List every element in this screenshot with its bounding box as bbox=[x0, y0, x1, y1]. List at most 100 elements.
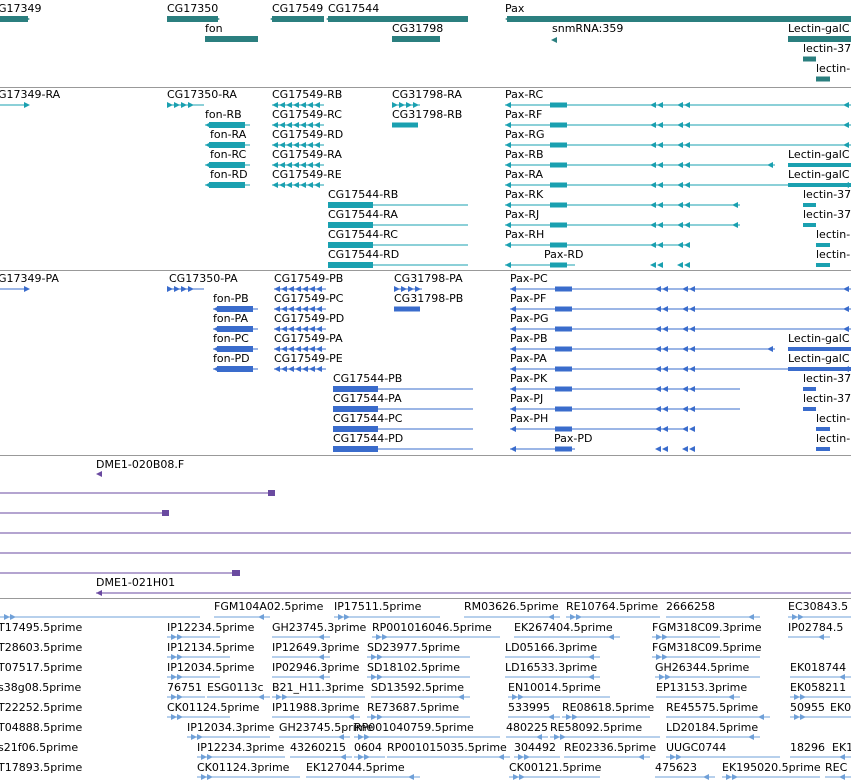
cdna-glyph[interactable] bbox=[268, 490, 275, 496]
strand-arrow[interactable] bbox=[408, 774, 414, 780]
strand-arrow[interactable] bbox=[258, 694, 264, 700]
strand-arrow[interactable] bbox=[839, 754, 845, 760]
strand-arrow[interactable] bbox=[682, 406, 688, 412]
feature-glyph[interactable] bbox=[555, 386, 572, 392]
strand-arrow[interactable] bbox=[281, 366, 287, 372]
feature-glyph[interactable] bbox=[550, 162, 567, 168]
strand-arrow[interactable] bbox=[748, 614, 754, 620]
gene-glyph[interactable] bbox=[205, 36, 258, 42]
feature-glyph[interactable] bbox=[555, 346, 572, 352]
strand-arrow[interactable] bbox=[10, 614, 16, 620]
strand-arrow[interactable] bbox=[800, 714, 806, 720]
strand-arrow[interactable] bbox=[689, 446, 695, 452]
strand-arrow[interactable] bbox=[177, 674, 183, 680]
strand-arrow[interactable] bbox=[566, 714, 572, 720]
feature-glyph[interactable] bbox=[550, 242, 567, 248]
strand-arrow[interactable] bbox=[677, 162, 683, 168]
strand-arrow[interactable] bbox=[677, 142, 683, 148]
feature-glyph[interactable] bbox=[333, 446, 378, 452]
feature-glyph[interactable] bbox=[803, 407, 816, 411]
strand-arrow[interactable] bbox=[689, 406, 695, 412]
strand-arrow[interactable] bbox=[364, 754, 370, 760]
strand-arrow[interactable] bbox=[748, 734, 754, 740]
strand-arrow[interactable] bbox=[684, 242, 690, 248]
strand-arrow[interactable] bbox=[650, 202, 656, 208]
strand-arrow[interactable] bbox=[662, 406, 668, 412]
strand-arrow[interactable] bbox=[358, 754, 364, 760]
strand-arrow[interactable] bbox=[657, 222, 663, 228]
strand-arrow[interactable] bbox=[794, 714, 800, 720]
strand-arrow[interactable] bbox=[767, 162, 773, 168]
strand-arrow[interactable] bbox=[171, 714, 177, 720]
feature-glyph[interactable] bbox=[550, 102, 567, 108]
feature-glyph[interactable] bbox=[555, 286, 572, 292]
strand-arrow[interactable] bbox=[524, 754, 530, 760]
strand-arrow[interactable] bbox=[96, 471, 102, 477]
feature-glyph[interactable] bbox=[803, 387, 816, 391]
strand-arrow[interactable] bbox=[358, 734, 364, 740]
strand-arrow[interactable] bbox=[655, 326, 661, 332]
strand-arrow[interactable] bbox=[576, 614, 582, 620]
strand-arrow[interactable] bbox=[371, 714, 377, 720]
strand-arrow[interactable] bbox=[650, 222, 656, 228]
strand-arrow[interactable] bbox=[318, 634, 324, 640]
gene-glyph[interactable] bbox=[272, 16, 324, 22]
strand-arrow[interactable] bbox=[758, 714, 764, 720]
strand-arrow[interactable] bbox=[512, 694, 518, 700]
strand-arrow[interactable] bbox=[677, 182, 683, 188]
strand-arrow[interactable] bbox=[677, 242, 683, 248]
strand-arrow[interactable] bbox=[650, 242, 656, 248]
strand-arrow[interactable] bbox=[518, 694, 524, 700]
feature-glyph[interactable] bbox=[788, 367, 851, 371]
strand-arrow[interactable] bbox=[201, 754, 207, 760]
feature-glyph[interactable] bbox=[394, 306, 420, 312]
feature-glyph[interactable] bbox=[816, 243, 830, 247]
strand-arrow[interactable] bbox=[608, 634, 614, 640]
strand-arrow[interactable] bbox=[677, 102, 683, 108]
strand-arrow[interactable] bbox=[689, 386, 695, 392]
strand-arrow[interactable] bbox=[274, 366, 280, 372]
feature-glyph[interactable] bbox=[555, 406, 572, 412]
strand-arrow[interactable] bbox=[24, 286, 30, 292]
strand-arrow[interactable] bbox=[650, 162, 656, 168]
strand-arrow[interactable] bbox=[662, 306, 668, 312]
strand-arrow[interactable] bbox=[213, 366, 219, 372]
strand-arrow[interactable] bbox=[839, 674, 845, 680]
strand-arrow[interactable] bbox=[732, 222, 738, 228]
strand-arrow[interactable] bbox=[650, 102, 656, 108]
feature-glyph[interactable] bbox=[788, 347, 851, 351]
genome-browser-viewport[interactable]: G17349 CG17350 CG17549 CG17544 Pax fon C… bbox=[0, 0, 851, 783]
strand-arrow[interactable] bbox=[207, 754, 213, 760]
strand-arrow[interactable] bbox=[276, 694, 282, 700]
strand-arrow[interactable] bbox=[728, 694, 734, 700]
feature-glyph[interactable] bbox=[550, 262, 567, 268]
strand-arrow[interactable] bbox=[551, 37, 557, 43]
strand-arrow[interactable] bbox=[843, 102, 849, 108]
strand-arrow[interactable] bbox=[318, 674, 324, 680]
strand-arrow[interactable] bbox=[682, 326, 688, 332]
strand-arrow[interactable] bbox=[684, 222, 690, 228]
strand-arrow[interactable] bbox=[197, 734, 203, 740]
strand-arrow[interactable] bbox=[657, 102, 663, 108]
strand-arrow[interactable] bbox=[295, 366, 301, 372]
gene-glyph[interactable] bbox=[0, 16, 28, 22]
strand-arrow[interactable] bbox=[662, 326, 668, 332]
strand-arrow[interactable] bbox=[684, 182, 690, 188]
strand-arrow[interactable] bbox=[662, 346, 668, 352]
strand-arrow[interactable] bbox=[300, 182, 306, 188]
strand-arrow[interactable] bbox=[662, 426, 668, 432]
strand-arrow[interactable] bbox=[4, 614, 10, 620]
strand-arrow[interactable] bbox=[703, 774, 709, 780]
strand-arrow[interactable] bbox=[689, 306, 695, 312]
strand-arrow[interactable] bbox=[767, 346, 773, 352]
strand-arrow[interactable] bbox=[314, 182, 320, 188]
strand-arrow[interactable] bbox=[498, 754, 504, 760]
strand-arrow[interactable] bbox=[689, 286, 695, 292]
strand-arrow[interactable] bbox=[662, 286, 668, 292]
strand-arrow[interactable] bbox=[376, 634, 382, 640]
strand-arrow[interactable] bbox=[572, 714, 578, 720]
strand-arrow[interactable] bbox=[662, 634, 668, 640]
strand-arrow[interactable] bbox=[662, 446, 668, 452]
strand-arrow[interactable] bbox=[684, 122, 690, 128]
strand-arrow[interactable] bbox=[588, 674, 594, 680]
